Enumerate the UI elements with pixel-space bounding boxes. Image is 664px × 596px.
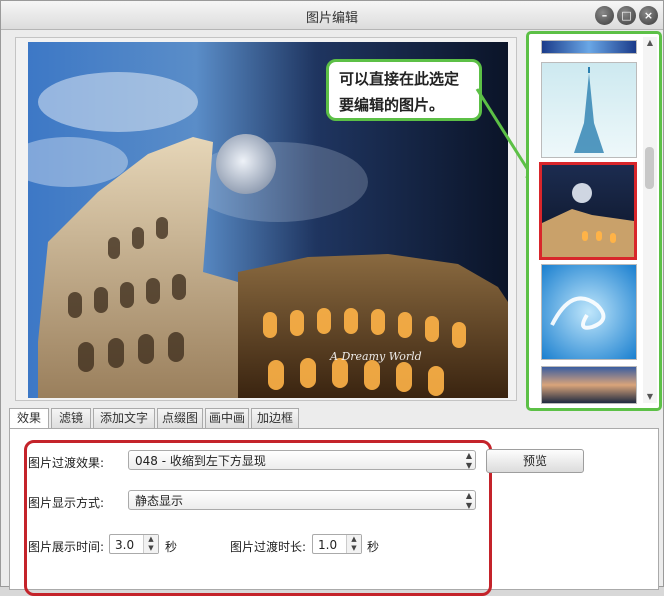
scroll-down-icon[interactable]: ▼ xyxy=(643,391,657,403)
show-time-spinner[interactable]: 3.0 ▲ ▼ xyxy=(109,534,159,554)
hint-line-1: 可以直接在此选定 xyxy=(339,70,460,88)
display-mode-label: 图片显示方式: xyxy=(28,496,105,510)
thumbnail-list xyxy=(535,38,637,404)
updown-icon: ▲ ▼ xyxy=(465,491,472,510)
tab-decoration[interactable]: 点缀图 xyxy=(157,408,203,428)
transition-time-value: 1.0 xyxy=(318,538,338,552)
title-bar: 图片编辑 – □ × xyxy=(1,1,663,30)
preview-watermark: A Dreamy World xyxy=(329,350,422,363)
thumbnail-item[interactable] xyxy=(541,62,637,158)
tab-add-border[interactable]: 加边框 xyxy=(251,408,299,428)
tab-picture-in-picture[interactable]: 画中画 xyxy=(205,408,249,428)
tab-add-text[interactable]: 添加文字 xyxy=(93,408,155,428)
transition-effect-label: 图片过渡效果: xyxy=(28,456,105,470)
scrollbar-thumb[interactable] xyxy=(645,147,654,189)
thumbnail-item[interactable] xyxy=(541,40,637,54)
image-editor-window: 图片编辑 – □ × A Dreamy World 可以直接在此选定 要编辑的图… xyxy=(0,0,664,596)
thumbnail-panel: ▲ ▼ xyxy=(526,31,662,411)
show-time-label: 图片展示时间: xyxy=(28,540,105,554)
preview-button[interactable]: 预览 xyxy=(486,449,584,473)
show-time-value: 3.0 xyxy=(115,538,135,552)
transition-effect-value: 048 - 收缩到左下方显现 xyxy=(135,454,266,468)
spinner-arrows-icon[interactable]: ▲ ▼ xyxy=(346,535,361,553)
tab-filters[interactable]: 滤镜 xyxy=(51,408,91,428)
tab-effects[interactable]: 效果 xyxy=(9,408,49,429)
spinner-arrows-icon[interactable]: ▲ ▼ xyxy=(143,535,158,553)
transition-effect-select[interactable]: 048 - 收缩到左下方显现 ▲ ▼ xyxy=(128,450,476,470)
updown-icon: ▲ ▼ xyxy=(465,451,472,470)
thumbnail-item[interactable] xyxy=(541,264,637,360)
window-title: 图片编辑 xyxy=(305,11,358,26)
thumbnail-item-selected[interactable] xyxy=(539,162,637,260)
thumbnail-item[interactable] xyxy=(541,366,637,404)
display-mode-select[interactable]: 静态显示 ▲ ▼ xyxy=(128,490,476,510)
minimize-icon[interactable]: – xyxy=(595,6,614,25)
effects-panel: 图片过渡效果: 048 - 收缩到左下方显现 ▲ ▼ 预览 图片显示方式: 静态显… xyxy=(9,428,659,596)
thumbnail-scrollbar[interactable]: ▲ ▼ xyxy=(643,37,657,403)
scroll-up-icon[interactable]: ▲ xyxy=(643,37,657,49)
hint-line-2: 要编辑的图片。 xyxy=(339,96,445,114)
close-icon[interactable]: × xyxy=(639,6,658,25)
maximize-icon[interactable]: □ xyxy=(617,6,636,25)
hint-callout: 可以直接在此选定 要编辑的图片。 xyxy=(326,59,482,121)
transition-time-label: 图片过渡时长: xyxy=(230,540,307,554)
transition-time-unit: 秒 xyxy=(367,540,380,554)
show-time-unit: 秒 xyxy=(165,540,178,554)
display-mode-value: 静态显示 xyxy=(135,494,184,508)
transition-time-spinner[interactable]: 1.0 ▲ ▼ xyxy=(312,534,362,554)
